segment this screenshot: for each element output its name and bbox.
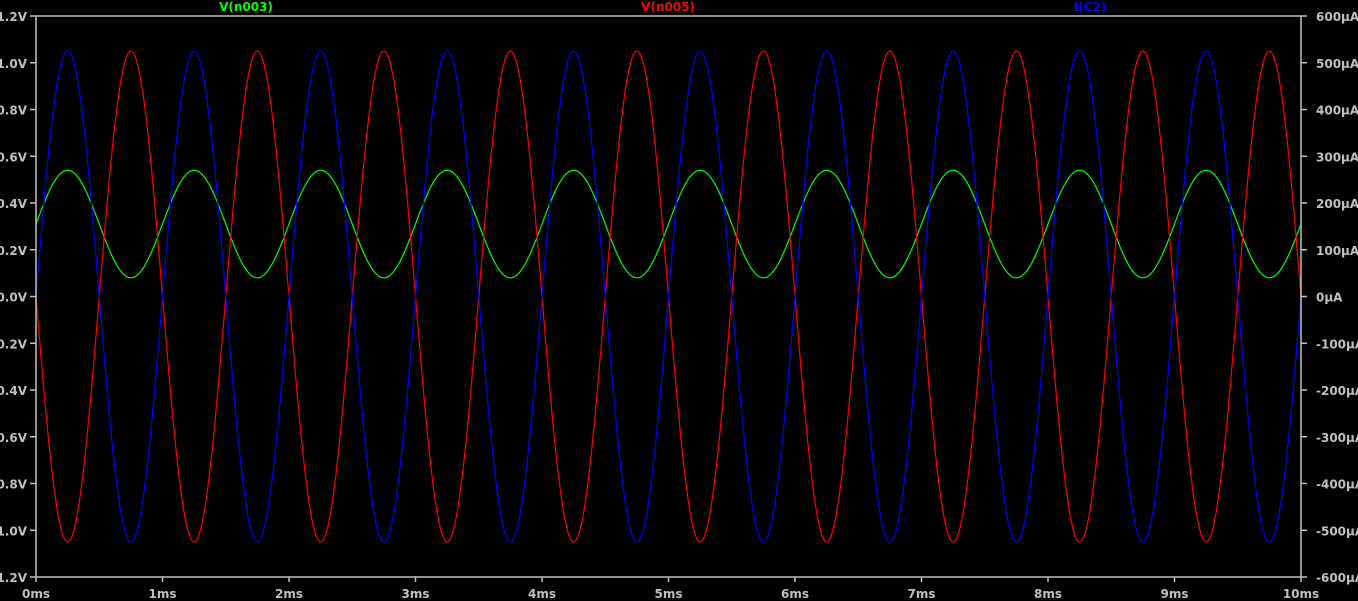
y-right-tick-label: -300µA: [1316, 431, 1358, 445]
x-tick-label: 3ms: [402, 587, 430, 601]
y-left-tick-label: 0.8V: [0, 104, 28, 118]
y-left-tick-label: 0.4V: [0, 197, 28, 211]
y-left-tick-label: 0.0V: [0, 291, 28, 305]
legend-label[interactable]: V(n005): [641, 0, 695, 14]
y-right-tick-label: 300µA: [1316, 150, 1358, 164]
waveform-plot[interactable]: 0ms 1ms 2ms 3ms 4ms 5ms 6ms 7ms 8ms 9ms 10ms 1.2V 1.…: [0, 0, 1358, 601]
x-tick-label: 6ms: [781, 587, 809, 601]
y-left-tick-label: 0.2V: [0, 244, 28, 258]
y-right-tick-label: -600µA: [1316, 571, 1358, 585]
y-left-tick-label: 1.0V: [0, 57, 28, 71]
y-left-tick-label: 0.8V: [0, 478, 28, 492]
x-tick-label: 4ms: [528, 587, 556, 601]
y-left-tick-label: 0.6V: [0, 431, 28, 445]
y-right-tick-label: 500µA: [1316, 57, 1358, 71]
y-right-tick-label: 400µA: [1316, 104, 1358, 118]
y-right-tick-label: -400µA: [1316, 478, 1358, 492]
y-left-tick-label: 0.4V: [0, 384, 28, 398]
y-left-tick-label: 0.2V: [0, 337, 28, 351]
y-right-tick-label: -500µA: [1316, 524, 1358, 538]
y-right-tick-label: 0µA: [1316, 291, 1343, 305]
trace-v-n003-: [35, 169, 1302, 279]
x-tick-label: 7ms: [908, 587, 936, 601]
y-left-tick-label: 1.2V: [0, 10, 28, 24]
traces: [35, 50, 1302, 543]
legend-label[interactable]: V(n003): [219, 0, 273, 14]
x-tick-label: 9ms: [1161, 587, 1189, 601]
y-left-tick-label: 0.6V: [0, 150, 28, 164]
y-right-tick-label: 600µA: [1316, 10, 1358, 24]
legend-label[interactable]: I(C2): [1074, 0, 1107, 14]
x-tick-label: 10ms: [1283, 587, 1319, 601]
x-tick-label: 8ms: [1034, 587, 1062, 601]
x-tick-label: 5ms: [655, 587, 683, 601]
y-left-tick-label: 1.0V: [0, 524, 28, 538]
y-right-tick-label: 100µA: [1316, 244, 1358, 258]
y-right-tick-label: 200µA: [1316, 197, 1358, 211]
x-tick-label: 2ms: [275, 587, 303, 601]
x-tick-label: 1ms: [149, 587, 177, 601]
y-left-tick-label: 1.2V: [0, 571, 28, 585]
legend: V(n003) V(n005) I(C2): [219, 0, 1106, 14]
y-right-tick-label: -200µA: [1316, 384, 1358, 398]
trace-i-c2-: [35, 50, 1302, 543]
x-tick-label: 0ms: [22, 587, 50, 601]
y-right-tick-label: -100µA: [1316, 337, 1358, 351]
